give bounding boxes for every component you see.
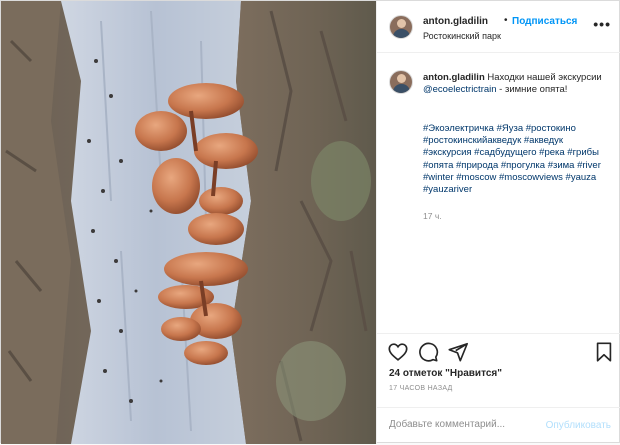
- post-header: anton.gladilin • Подписаться Ростокински…: [377, 1, 620, 53]
- instagram-post: anton.gladilin • Подписаться Ростокински…: [0, 0, 620, 444]
- heart-icon[interactable]: [387, 341, 409, 363]
- share-icon[interactable]: [447, 341, 469, 363]
- username-link[interactable]: anton.gladilin: [423, 16, 488, 27]
- separator-dot: •: [504, 15, 508, 26]
- post-caption: anton.gladilin Находки нашей экскурсии @…: [377, 53, 620, 333]
- caption-text: anton.gladilin Находки нашей экскурсии @…: [423, 72, 613, 97]
- hashtags[interactable]: #Экоэлектричка #Яуза #ростокино #ростоки…: [423, 123, 613, 196]
- avatar-body: [393, 29, 410, 38]
- mention-link[interactable]: @ecoelectrictrain: [423, 84, 497, 95]
- caption-avatar[interactable]: [389, 70, 413, 94]
- caption-time-ago: 17 ч.: [423, 211, 442, 221]
- post-actions: 24 отметок "Нравится" 17 ЧАСОВ НАЗАД Опу…: [377, 333, 620, 444]
- comment-input[interactable]: [389, 419, 539, 430]
- post-sidebar: anton.gladilin • Подписаться Ростокински…: [376, 1, 620, 444]
- bookmark-icon[interactable]: [593, 341, 615, 363]
- caption-text-after: - зимние опята!: [496, 84, 568, 96]
- posted-time[interactable]: 17 ЧАСОВ НАЗАД: [389, 385, 453, 392]
- caption-username-link[interactable]: anton.gladilin: [423, 72, 485, 83]
- more-dots-icon[interactable]: •••: [593, 16, 611, 32]
- likes-count[interactable]: 24 отметок "Нравится": [389, 368, 502, 379]
- comment-icon[interactable]: [417, 341, 439, 363]
- avatar-body: [393, 84, 410, 93]
- avatar-head: [397, 74, 406, 83]
- caption-text-before: Находки нашей экскурсии: [487, 72, 602, 83]
- mushrooms-on-tree-image: [1, 1, 376, 444]
- publish-button[interactable]: Опубликовать: [546, 420, 611, 431]
- post-photo[interactable]: [1, 1, 376, 444]
- follow-button[interactable]: Подписаться: [512, 16, 577, 27]
- avatar[interactable]: [389, 15, 413, 39]
- avatar-head: [397, 19, 406, 28]
- comment-bar: Опубликовать: [377, 407, 620, 445]
- location-link[interactable]: Ростокинский парк: [423, 31, 501, 41]
